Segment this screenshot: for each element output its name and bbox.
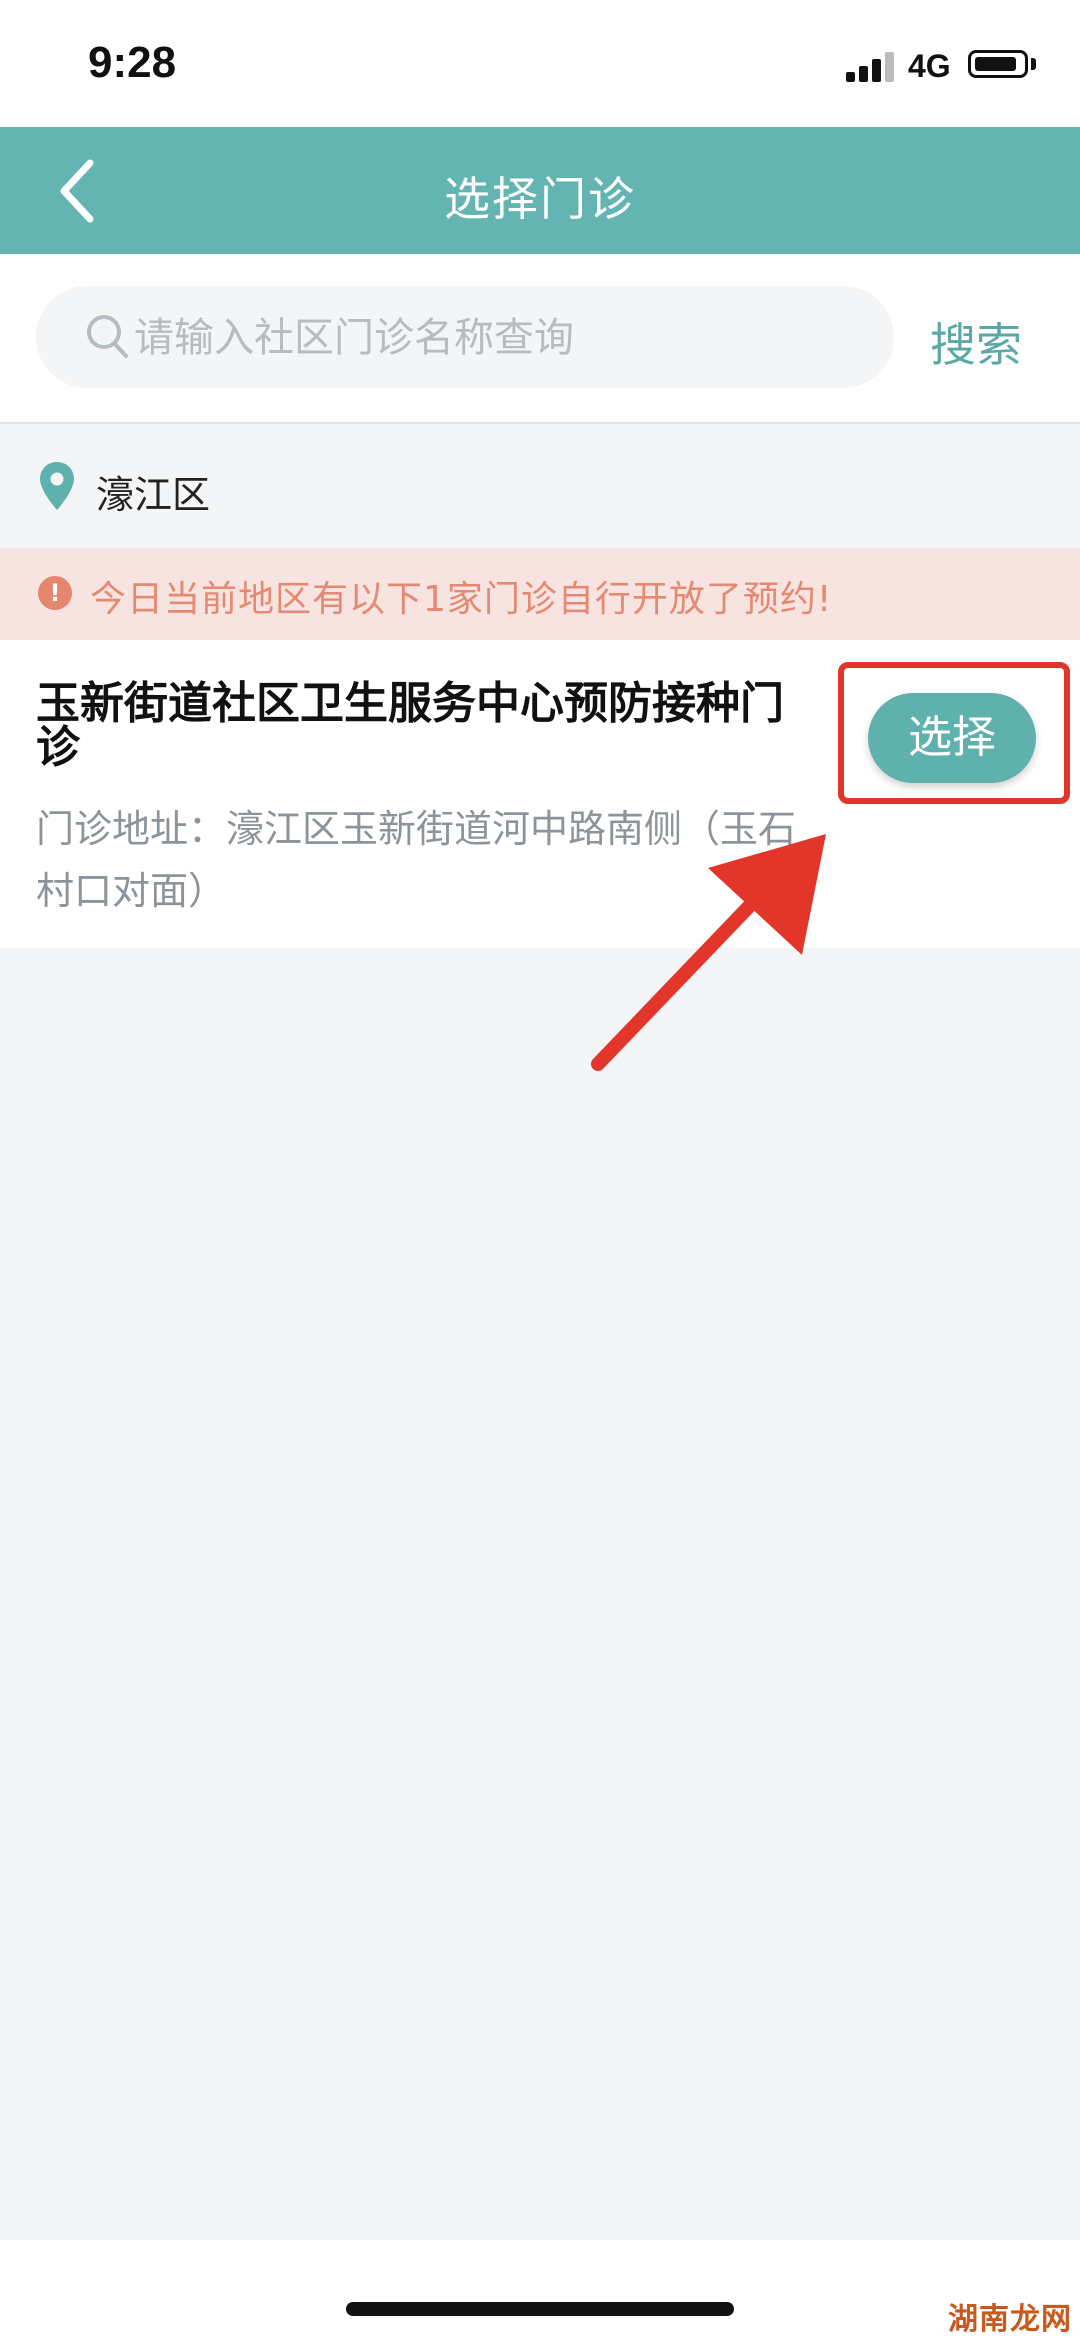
district-name: 濠江区: [96, 473, 211, 517]
status-time: 9:28: [88, 38, 177, 87]
annotation-arrow: [591, 834, 826, 1071]
watermark: 湖南龙网: [948, 2302, 1072, 2337]
district-selector[interactable]: 濠江区: [0, 424, 1080, 548]
notice-text: 今日当前地区有以下1家门诊自行开放了预约!: [90, 579, 833, 620]
search-bar: 搜索: [0, 254, 1080, 424]
clinic-name: 玉新街道社区卫生服务中心预防接种门诊: [36, 678, 784, 773]
status-bar: 9:28 4G: [0, 0, 1080, 127]
search-button[interactable]: 搜索: [930, 309, 1022, 375]
search-icon: [87, 315, 128, 358]
highlight-box: [838, 662, 1070, 804]
signal-icon: [846, 50, 896, 82]
battery-tip: [1031, 58, 1036, 70]
search-box[interactable]: [36, 286, 894, 388]
notice-banner: ! 今日当前地区有以下1家门诊自行开放了预约!: [0, 548, 1080, 640]
battery-icon: [968, 50, 1028, 78]
bottom-area: 湖南龙网: [0, 2240, 1080, 2339]
exclamation-icon: !: [38, 576, 72, 610]
nav-bar: 选择门诊: [0, 127, 1080, 254]
search-input[interactable]: [132, 300, 876, 376]
location-pin-icon: [40, 462, 74, 510]
page-title: 选择门诊: [444, 172, 636, 226]
home-indicator[interactable]: [346, 2302, 734, 2316]
network-label: 4G: [908, 48, 951, 84]
